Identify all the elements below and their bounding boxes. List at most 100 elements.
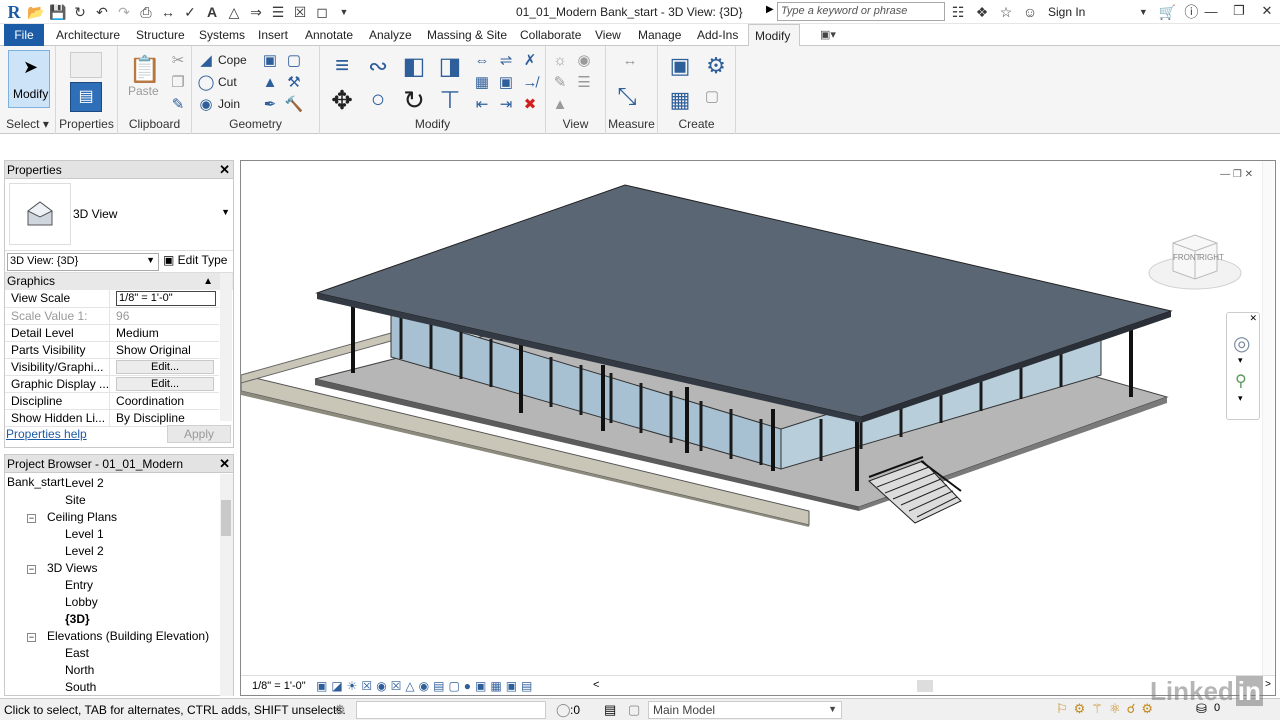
browser-tree-item[interactable]: Level 2 xyxy=(65,544,104,558)
apply-button[interactable]: Apply xyxy=(167,425,231,443)
view-minimize-icon[interactable]: — xyxy=(1220,169,1230,180)
view-scale-input[interactable]: 1/8" = 1'-0" xyxy=(116,290,217,306)
thin-lines-icon[interactable]: ☰ xyxy=(268,2,288,22)
edit-type-button[interactable]: ▣ Edit Type xyxy=(163,253,227,267)
type-properties-icon[interactable] xyxy=(70,52,102,78)
properties-button-label[interactable]: Properties xyxy=(56,117,117,131)
active-model-combo[interactable]: Main Model ▼ xyxy=(648,701,842,719)
tab-file[interactable]: File xyxy=(4,24,44,46)
view-selector-combo[interactable]: 3D View: {3D} ▼ xyxy=(7,253,159,271)
collapse-toggle-icon[interactable]: − xyxy=(27,633,36,642)
viewcube[interactable]: FRONT RIGHT xyxy=(1147,231,1243,295)
view-control-icons[interactable]: ▣◪☀☒◉☒△◉▤▢●▣▦▣▤ xyxy=(316,679,536,693)
browser-tree-item[interactable]: {3D} xyxy=(65,612,90,626)
properties-scrollbar[interactable] xyxy=(220,273,232,421)
paint-view-icon[interactable]: ▲ xyxy=(550,94,570,114)
tab-massing-site[interactable]: Massing & Site xyxy=(421,24,513,46)
help-icon[interactable]: ⓘ xyxy=(1181,2,1201,22)
property-value[interactable]: Medium xyxy=(116,326,159,340)
hide-icon[interactable]: ◉ xyxy=(574,50,594,70)
property-value[interactable]: Show Original xyxy=(116,343,191,357)
modify-button[interactable]: ➤ Modify xyxy=(8,50,50,108)
sync-icon[interactable]: ↻ xyxy=(70,2,90,22)
open-icon[interactable]: 📂 xyxy=(26,2,46,22)
design-options-icon[interactable]: ▤ xyxy=(604,702,616,718)
collapse-icon[interactable]: ▲ xyxy=(203,273,213,290)
subscription-icon[interactable]: ❖ xyxy=(972,2,992,22)
browser-tree-item[interactable]: Lobby xyxy=(65,595,98,609)
tab-modify[interactable]: Modify xyxy=(748,24,800,46)
browser-tree-item[interactable]: Entry xyxy=(65,578,93,592)
restore-icon[interactable]: ❐ xyxy=(1230,2,1248,20)
scale-icon[interactable]: ▣ xyxy=(496,72,516,92)
measure-distance-icon[interactable]: ↔ xyxy=(612,50,648,70)
cut-label[interactable]: Cut xyxy=(218,75,237,89)
create-group-icon[interactable]: ▦ xyxy=(666,86,694,114)
collapse-bar-icon[interactable]: < xyxy=(593,679,599,691)
horizontal-scroll-thumb[interactable] xyxy=(917,680,933,692)
3d-view-icon[interactable]: △ xyxy=(224,2,244,22)
building-model[interactable] xyxy=(241,161,1277,675)
tab-architecture[interactable]: Architecture xyxy=(50,24,126,46)
zoom-icon[interactable]: ⚲ xyxy=(1235,371,1247,391)
zoom-dropdown-icon[interactable]: ▾ xyxy=(1238,393,1243,404)
split-element-icon[interactable]: ⇔ xyxy=(472,50,492,70)
create-parts-icon[interactable]: ⚙ xyxy=(702,52,730,80)
delete-icon[interactable]: ✖ xyxy=(520,94,540,114)
filter-lines-icon[interactable]: ☰ xyxy=(574,72,594,92)
trim-multiple-icon[interactable]: ⇤ xyxy=(472,94,492,114)
undo-icon[interactable]: ↶ xyxy=(92,2,112,22)
3d-view-window[interactable]: FRONT RIGHT — ❐ ✕ 1/8" = 1'-0" ▣◪☀☒◉☒△◉▤… xyxy=(240,160,1276,696)
browser-tree-item[interactable]: Level 2 xyxy=(65,476,104,490)
copy-icon[interactable]: ❐ xyxy=(168,72,188,92)
view-scale[interactable]: 1/8" = 1'-0" xyxy=(252,680,306,692)
ribbon-toggle-icon[interactable]: ▣▾ xyxy=(820,28,836,41)
tab-manage[interactable]: Manage xyxy=(632,24,687,46)
browser-scroll-thumb[interactable] xyxy=(221,500,231,536)
browser-scrollbar[interactable] xyxy=(220,474,233,696)
tab-collaborate[interactable]: Collaborate xyxy=(514,24,587,46)
browser-tree-item[interactable]: North xyxy=(65,663,94,677)
cope-label[interactable]: Cope xyxy=(218,53,247,67)
viewcube-right-label[interactable]: RIGHT xyxy=(1199,253,1224,262)
collapse-toggle-icon[interactable]: − xyxy=(27,514,36,523)
paste-icon[interactable]: 📋 xyxy=(129,54,161,84)
print-icon[interactable]: ⎙ xyxy=(136,2,156,22)
split-gap-icon[interactable]: ⇌ xyxy=(496,50,516,70)
browser-tree-item[interactable]: 3D Views xyxy=(47,561,97,575)
collapse-toggle-icon[interactable]: − xyxy=(27,565,36,574)
match-properties-icon[interactable]: ✎ xyxy=(168,94,188,114)
close-hidden-icon[interactable]: ☒ xyxy=(290,2,310,22)
select-dropdown[interactable]: Select ▾ xyxy=(0,117,55,131)
navbar-close-icon[interactable]: ✕ xyxy=(1249,313,1257,324)
similar-icon[interactable]: ▢ xyxy=(702,86,722,106)
workset-combo[interactable] xyxy=(356,701,546,719)
unpin-icon[interactable]: ✗ xyxy=(520,50,540,70)
dimension-icon[interactable]: ⤡ xyxy=(612,82,642,112)
offset-icon[interactable]: ∾ xyxy=(364,52,392,80)
edit-button[interactable]: Edit... xyxy=(116,376,215,391)
paint-icon[interactable]: ▲ xyxy=(260,72,280,92)
browser-tree-item[interactable]: Elevations (Building Elevation) xyxy=(47,629,209,643)
move-icon[interactable]: ✥ xyxy=(328,85,356,115)
tag-icon[interactable]: ✓ xyxy=(180,2,200,22)
pin-icon[interactable]: ↛ xyxy=(520,72,540,92)
editable-only-icon[interactable]: ▢ xyxy=(628,702,640,718)
property-value[interactable]: Coordination xyxy=(116,394,184,408)
mirror-draw-axis-icon[interactable]: ◨ xyxy=(436,52,464,80)
align-icon[interactable]: ≡ xyxy=(328,52,356,80)
redo-icon[interactable]: ↷ xyxy=(114,2,134,22)
rotate-icon[interactable]: ↻ xyxy=(400,85,428,115)
search-input[interactable]: Type a keyword or phrase xyxy=(777,2,945,21)
linework-icon[interactable]: ✎ xyxy=(550,72,570,92)
minimize-icon[interactable]: — xyxy=(1202,2,1220,20)
create-assembly-icon[interactable]: ▣ xyxy=(666,52,694,80)
sign-in-link[interactable]: Sign In xyxy=(1048,5,1085,19)
wheel-dropdown-icon[interactable]: ▾ xyxy=(1238,355,1243,366)
tab-view[interactable]: View xyxy=(589,24,627,46)
wall-joins-icon[interactable]: ▣ xyxy=(260,50,280,70)
properties-icon[interactable]: ▤ xyxy=(70,82,102,112)
text-icon[interactable]: A xyxy=(202,2,222,22)
customize-qat-icon[interactable]: ▼ xyxy=(334,2,354,22)
copy-modify-icon[interactable]: ○ xyxy=(364,86,392,114)
